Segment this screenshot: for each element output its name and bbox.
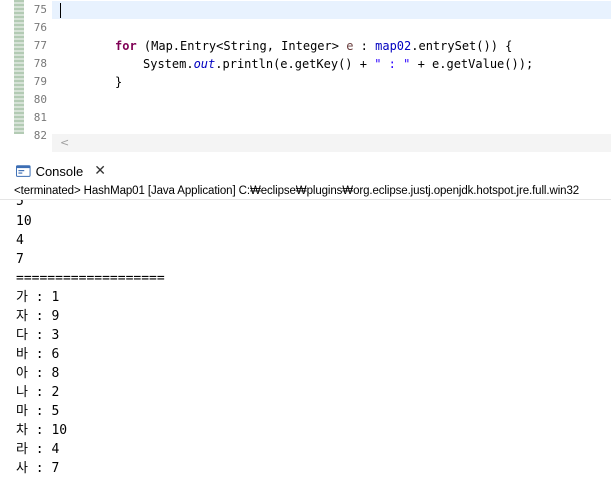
tab-console[interactable]: Console ✕ (16, 160, 106, 182)
code-editor[interactable]: 75 76 77 78 79 80 81 82 for (Map.Entry<S… (0, 0, 611, 152)
output-line: =================== (16, 271, 165, 286)
horizontal-scrollbar[interactable]: < (52, 134, 611, 152)
line-number-gutter: 75 76 77 78 79 80 81 82 (25, 0, 51, 142)
close-icon[interactable]: ✕ (94, 163, 106, 179)
field-reference: map02 (375, 39, 412, 53)
output-line: 10 (16, 214, 32, 229)
code-line-78[interactable]: System.out.println(e.getKey() + " : " + … (143, 55, 533, 73)
output-line: 4 (16, 233, 24, 248)
output-line: 라 : 4 (16, 442, 60, 457)
keyword-for: for (115, 39, 137, 53)
static-field: out (193, 57, 216, 71)
console-process-status: <terminated> HashMap01 [Java Application… (14, 185, 580, 197)
output-line: 5 (16, 199, 24, 209)
console-icon (16, 164, 31, 177)
code-token: .entrySet()) { (411, 39, 513, 53)
code-token: .println(e.getKey() + (215, 57, 375, 71)
output-line: 차 : 10 (16, 423, 68, 438)
output-line: 다 : 3 (16, 328, 60, 343)
line-number: 78 (33, 57, 47, 70)
output-line: 나 : 2 (16, 385, 60, 400)
output-line: 아 : 8 (16, 366, 60, 381)
line-number: 75 (33, 3, 47, 16)
scroll-left-icon[interactable]: < (60, 136, 69, 149)
code-token: + e.getValue()); (410, 57, 534, 71)
console-tab-bar: Console ✕ (0, 156, 611, 184)
code-line-79[interactable]: } (115, 73, 122, 91)
code-token: System. (143, 57, 194, 71)
line-number: 79 (33, 75, 47, 88)
output-line: 사 : 7 (16, 461, 60, 476)
line-number: 82 (33, 129, 47, 142)
current-line-highlight (52, 1, 611, 19)
line-number: 76 (33, 21, 47, 34)
output-line: 마 : 5 (16, 404, 60, 419)
code-line-77[interactable]: for (Map.Entry<String, Integer> e : map0… (115, 37, 512, 55)
output-line: 바 : 6 (16, 347, 60, 362)
tab-console-label: Console (35, 163, 84, 179)
editor-left-margin (0, 0, 12, 134)
line-number: 80 (33, 93, 47, 106)
line-number: 77 (33, 39, 47, 52)
string-literal: " : " (374, 57, 411, 71)
console-output-area[interactable]: 5 10 4 7 =================== 가 : 1 자 : 9… (0, 199, 611, 484)
code-token: : (353, 39, 376, 53)
line-number: 81 (33, 111, 47, 124)
output-line: 가 : 1 (16, 290, 60, 305)
code-token: (Map.Entry<String, Integer> (136, 39, 347, 53)
output-line: 7 (16, 252, 24, 267)
text-caret (60, 3, 61, 18)
quick-diff-ruler (14, 0, 24, 134)
output-line: 자 : 9 (16, 309, 60, 324)
